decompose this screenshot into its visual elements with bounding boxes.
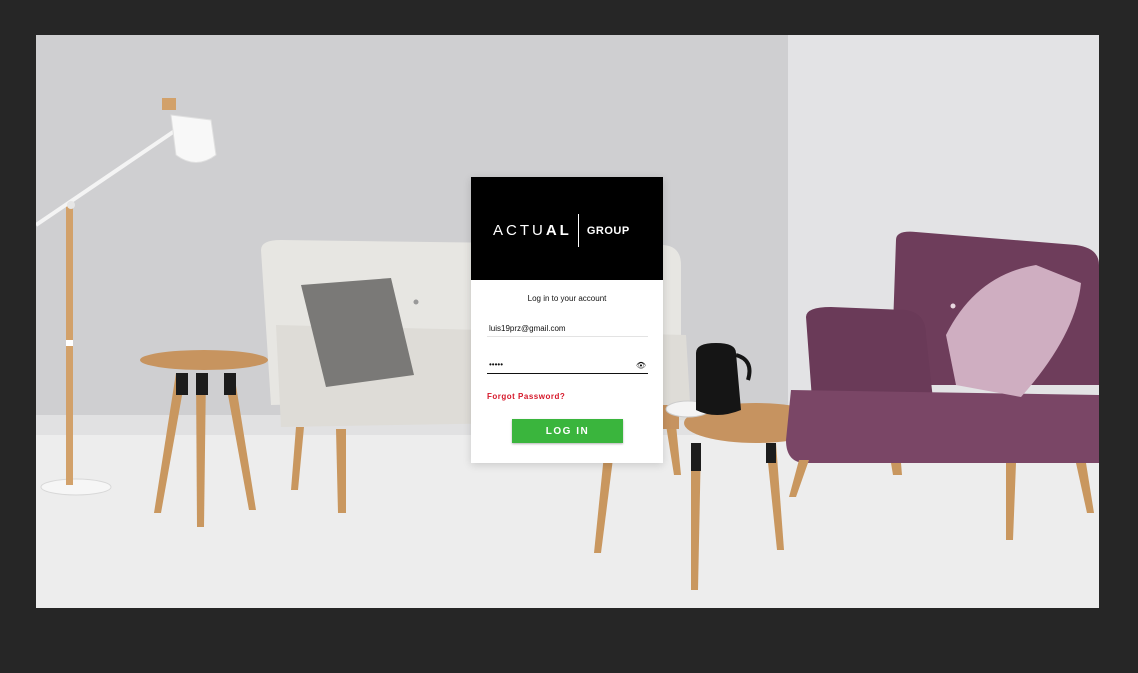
email-field[interactable]: luis19prz@gmail.com [487,324,648,337]
logo-divider [577,214,579,247]
login-button[interactable]: LOG IN [512,419,623,443]
password-value: ••••• [489,360,504,369]
form-subtitle: Log in to your account [527,294,607,303]
show-password-icon[interactable]: 👁 [636,361,646,370]
password-field[interactable]: ••••• 👁 [487,360,648,374]
brand-logo: ACTUAL GROUP [493,214,630,247]
login-card: ACTUAL GROUP Log in to your account luis… [471,177,663,463]
logo-wordmark: ACTUAL [493,222,572,239]
logo-group-text: GROUP [586,224,630,237]
login-form: Log in to your account luis19prz@gmail.c… [471,280,663,463]
card-header: ACTUAL GROUP [471,177,663,280]
forgot-password-link[interactable]: Forgot Password? [487,392,565,401]
